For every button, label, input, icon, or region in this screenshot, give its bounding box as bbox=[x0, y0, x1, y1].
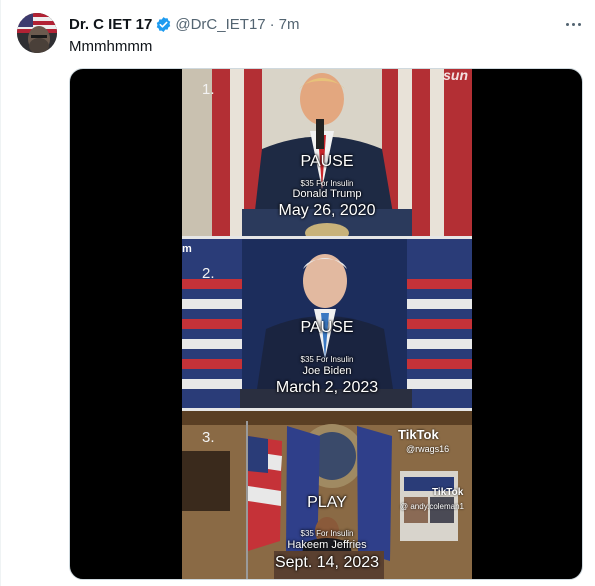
tiktok-logo-1: TikTok bbox=[398, 427, 439, 442]
tweet-header: Dr. C IET 17 @DrC_IET17 · 7m bbox=[69, 14, 299, 34]
separator: · bbox=[269, 15, 275, 33]
panel-number: 2. bbox=[202, 265, 215, 282]
timestamp[interactable]: 7m bbox=[279, 16, 300, 33]
watermark: sun bbox=[443, 69, 468, 83]
subtitle-label: $35 For Insulin bbox=[300, 355, 354, 364]
display-name[interactable]: Dr. C IET 17 bbox=[69, 16, 152, 33]
video-player[interactable]: 1. sun PAUSE $35 For Insulin Donald Trum… bbox=[69, 68, 583, 580]
watermark: m bbox=[182, 243, 192, 255]
status-label: PAUSE bbox=[300, 153, 354, 170]
person-name: Joe Biden bbox=[302, 365, 352, 377]
tiktok-username-1: @rwags16 bbox=[406, 444, 450, 454]
date-label: March 2, 2023 bbox=[275, 379, 379, 396]
panel-2: m 2. PAUSE $35 For Insulin Joe Biden Mar… bbox=[182, 239, 472, 409]
person-name: Hakeem Jeffries bbox=[287, 539, 367, 551]
avatar[interactable] bbox=[17, 13, 57, 53]
panel-1: 1. sun PAUSE $35 For Insulin Donald Trum… bbox=[182, 69, 472, 237]
tweet[interactable]: Dr. C IET 17 @DrC_IET17 · 7m Mmmhmmm 1. … bbox=[0, 0, 595, 586]
verified-badge-icon bbox=[155, 16, 172, 33]
panel-3: 3. TikTok @rwags16 TikTok @ andy.coleman… bbox=[182, 411, 472, 579]
subtitle-label: $35 For Insulin bbox=[300, 529, 354, 538]
date-label: May 26, 2020 bbox=[278, 202, 376, 219]
tweet-text: Mmmhmmm bbox=[69, 38, 153, 55]
panel-number: 3. bbox=[202, 429, 215, 446]
status-label: PAUSE bbox=[300, 319, 354, 336]
more-options-icon[interactable] bbox=[562, 13, 584, 35]
panel-number: 1. bbox=[202, 81, 215, 98]
status-label: PLAY bbox=[307, 494, 347, 511]
date-label: Sept. 14, 2023 bbox=[274, 554, 380, 571]
subtitle-label: $35 For Insulin bbox=[300, 179, 354, 188]
video-frame[interactable]: 1. sun PAUSE $35 For Insulin Donald Trum… bbox=[182, 69, 472, 579]
handle[interactable]: @DrC_IET17 bbox=[175, 16, 265, 33]
person-name: Donald Trump bbox=[292, 188, 362, 200]
